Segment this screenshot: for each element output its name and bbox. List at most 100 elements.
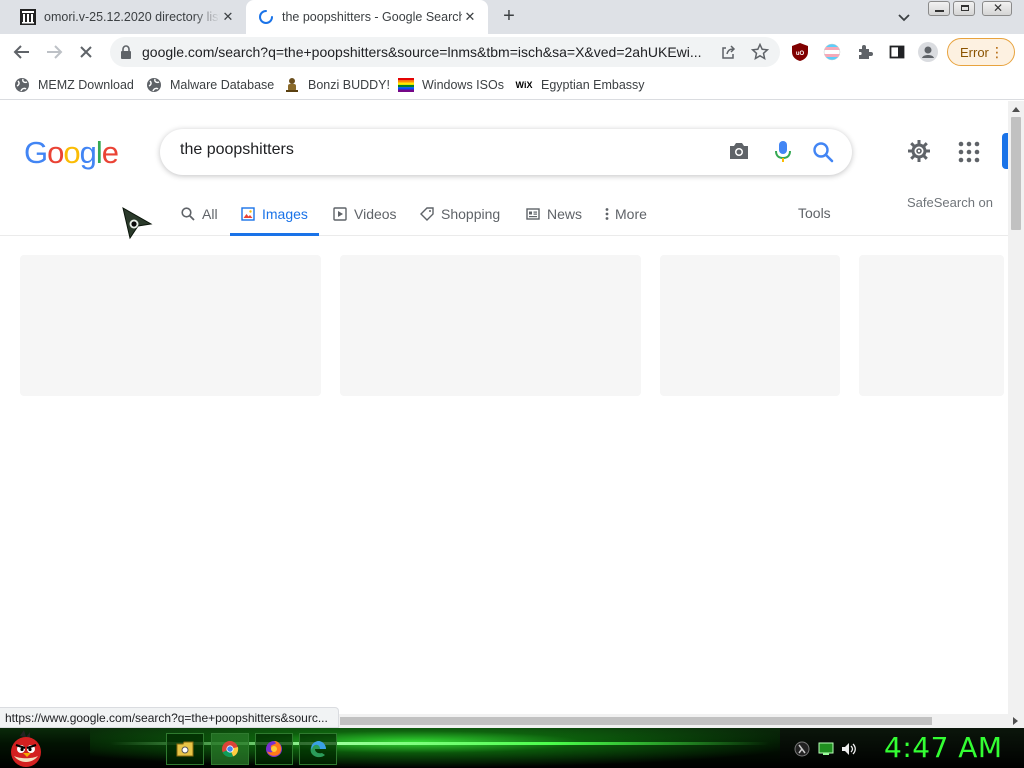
taskbar-edge[interactable] — [299, 733, 337, 765]
image-result-placeholder[interactable] — [859, 255, 1004, 396]
bookmark-windows-isos[interactable]: Windows ISOs — [398, 76, 504, 94]
image-result-placeholder[interactable] — [20, 255, 321, 396]
profile-button[interactable] — [918, 42, 938, 62]
stop-loading-button[interactable] — [74, 40, 98, 64]
bookmark-star-icon[interactable] — [751, 43, 769, 61]
taskbar-stripe — [110, 742, 770, 745]
edge-icon — [310, 741, 326, 758]
tab-title: the poopshitters - Google Search — [282, 10, 462, 24]
tab-images[interactable]: Images — [230, 193, 319, 236]
bookmark-label: MEMZ Download — [38, 78, 134, 92]
globe-icon — [14, 77, 30, 93]
rainbow-flag-icon — [398, 77, 414, 93]
video-icon — [332, 206, 348, 222]
tab-news[interactable]: News — [525, 193, 582, 235]
side-panel-button[interactable] — [887, 42, 907, 62]
apps-grid-icon[interactable] — [958, 141, 980, 163]
screen: omori.v-25.12.2020 directory listing ✕ t… — [0, 0, 1024, 768]
tab-label: Shopping — [441, 206, 501, 222]
vertical-scrollbar[interactable] — [1008, 101, 1024, 714]
puzzle-icon — [859, 45, 873, 59]
tab-videos[interactable]: Videos — [332, 193, 397, 235]
scroll-right-arrow-icon[interactable] — [1013, 717, 1018, 725]
clock[interactable]: 4:47 AM — [884, 731, 1003, 764]
scrollbar-thumb[interactable] — [340, 717, 932, 725]
forward-button[interactable] — [42, 40, 66, 64]
minimize-button[interactable] — [928, 1, 950, 16]
bookmark-malware-database[interactable]: Malware Database — [146, 76, 274, 94]
start-angry-bird-icon[interactable] — [6, 730, 46, 768]
tab-label: Images — [262, 206, 308, 222]
bonzi-icon — [284, 77, 300, 93]
tab-label: More — [615, 206, 647, 222]
close-tab-icon[interactable]: ✕ — [220, 9, 236, 25]
bookmark-label: Malware Database — [170, 78, 275, 92]
share-icon[interactable] — [720, 44, 736, 60]
back-button[interactable] — [10, 40, 34, 64]
scroll-up-arrow-icon[interactable] — [1012, 107, 1020, 112]
tab-more[interactable]: More — [603, 193, 647, 235]
tab-omori-directory[interactable]: omori.v-25.12.2020 directory listing ✕ — [0, 0, 246, 34]
image-result-placeholder[interactable] — [340, 255, 641, 396]
globe-icon — [146, 77, 162, 93]
tab-all[interactable]: All — [180, 193, 218, 235]
tab-google-search[interactable]: the poopshitters - Google Search ✕ — [246, 0, 488, 34]
microphone-icon[interactable] — [774, 140, 792, 164]
extensions-button[interactable] — [855, 42, 875, 62]
image-icon — [240, 206, 256, 222]
browser-toolbar: google.com/search?q=the+poopshitters&sou… — [0, 34, 1024, 70]
bookmark-label: Egyptian Embassy — [541, 78, 645, 92]
network-monitor-icon[interactable] — [818, 741, 834, 757]
search-icon — [180, 206, 196, 222]
restore-icon — [961, 5, 969, 11]
volume-icon[interactable] — [841, 741, 857, 757]
camera-icon[interactable] — [728, 141, 750, 161]
taskbar-chrome[interactable] — [211, 733, 249, 765]
lock-icon[interactable] — [120, 45, 132, 59]
close-tab-icon[interactable]: ✕ — [462, 9, 478, 25]
google-results-page: Google the poopshitters All Images Video… — [0, 101, 1024, 729]
logo-letter: o — [47, 135, 64, 170]
url-text[interactable]: google.com/search?q=the+poopshitters&sou… — [142, 44, 712, 60]
tab-label: All — [202, 206, 218, 222]
address-bar[interactable]: google.com/search?q=the+poopshitters&sou… — [110, 37, 780, 67]
search-input[interactable] — [180, 141, 700, 159]
bookmark-label: Windows ISOs — [422, 78, 504, 92]
restore-button[interactable] — [953, 1, 975, 16]
safesearch-link[interactable]: SafeSearch on — [907, 195, 993, 210]
svg-text:uO: uO — [796, 51, 805, 57]
bookmark-egyptian-embassy[interactable]: WiX Egyptian Embassy — [515, 76, 645, 94]
new-tab-button[interactable]: + — [498, 6, 520, 28]
close-window-button[interactable]: ✕ — [982, 1, 1012, 16]
bookmark-bonzi-buddy[interactable]: Bonzi BUDDY! — [284, 76, 390, 94]
tag-icon — [419, 206, 435, 222]
back-arrow-icon — [13, 45, 29, 59]
taskbar-firefox[interactable] — [255, 733, 293, 765]
tab-shopping[interactable]: Shopping — [419, 193, 500, 235]
logo-letter: G — [24, 135, 48, 170]
tools-button[interactable]: Tools — [798, 205, 831, 221]
logo-letter: e — [101, 135, 119, 170]
bookmarks-bar: MEMZ Download Malware Database Bonzi BUD… — [0, 70, 1024, 100]
ublock-origin-extension[interactable]: uO — [790, 42, 810, 62]
tab-label: News — [547, 206, 583, 222]
file-explorer-icon — [176, 741, 194, 757]
firefox-icon — [266, 741, 282, 757]
search-icon[interactable] — [811, 140, 835, 164]
close-icon: ✕ — [993, 1, 1004, 15]
scrollbar-thumb[interactable] — [1011, 117, 1021, 230]
more-vert-icon — [603, 206, 611, 222]
image-result-placeholder[interactable] — [660, 255, 840, 396]
taskbar-file-explorer[interactable] — [166, 733, 204, 765]
tab-search-chevron-icon[interactable] — [896, 9, 912, 25]
error-label: Error — [960, 44, 989, 60]
taskbar: 4:47 AM — [0, 728, 1024, 768]
tray-tool-icon[interactable] — [794, 741, 810, 757]
settings-gear-icon[interactable] — [907, 139, 931, 163]
trans-flag-extension[interactable] — [822, 42, 842, 62]
bookmark-memz-download[interactable]: MEMZ Download — [14, 76, 134, 94]
error-button[interactable]: Error ⋮ — [947, 38, 1015, 66]
loading-spinner-icon — [259, 10, 273, 24]
google-logo[interactable]: Google — [24, 135, 119, 171]
tab-label: Videos — [354, 206, 397, 222]
